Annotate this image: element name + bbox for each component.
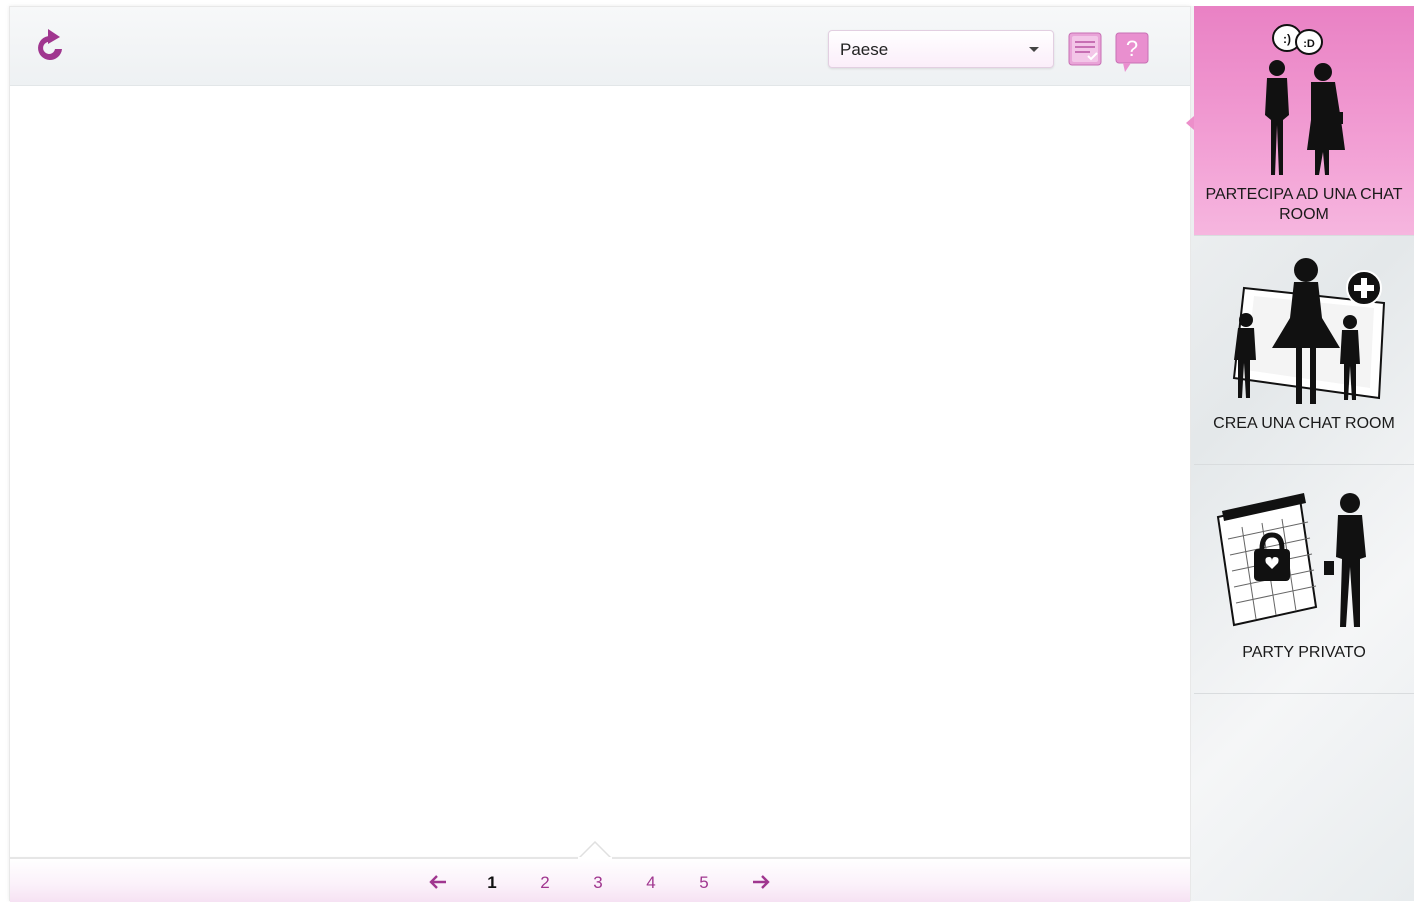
country-select-value: Paese [840,40,889,59]
sidebar-item-create-chat[interactable]: CREA UNA CHAT ROOM [1194,236,1414,465]
page-4[interactable]: 4 [641,873,661,893]
page-3[interactable]: 3 [588,873,608,893]
arrow-left-icon [429,875,446,889]
pagination: 1 2 3 4 5 [10,841,1190,902]
speech-smile: :) [1283,32,1291,46]
pager-notch [578,841,612,859]
prev-page-button[interactable] [428,874,448,890]
sidebar-item-label: PARTY PRIVATO [1242,644,1366,661]
page-2[interactable]: 2 [535,873,555,893]
sidebar-item-private-party[interactable]: PARTY PRIVATO [1194,465,1414,694]
sidebar-item-join-chat[interactable]: :) :D PARTECIPA AD UNA CHAT ROOM [1186,6,1414,236]
page-1[interactable]: 1 [482,873,502,893]
sidebar-item-label: PARTECIPA AD UNA CHAT ROOM [1205,186,1403,223]
refresh-button[interactable] [32,27,68,67]
svg-text:?: ? [1126,36,1138,61]
list-button[interactable] [1068,32,1102,66]
checklist-icon [1068,32,1102,66]
create-chat-icon [1232,258,1386,404]
main-panel: Paese ? 1 2 3 4 5 [9,6,1191,902]
help-icon: ? [1115,32,1149,72]
next-page-button[interactable] [751,874,771,890]
sidebar-item-label: CREA UNA CHAT ROOM [1213,415,1395,432]
country-select[interactable]: Paese [828,30,1054,68]
sidebar: :) :D PARTECIPA AD UNA CHAT ROOM CREA UN… [1186,6,1414,901]
join-chat-icon: :) :D [1265,24,1345,175]
active-pointer [1186,116,1194,130]
sidebar-empty-area [1194,694,1414,901]
page-5[interactable]: 5 [694,873,714,893]
speech-grin: :D [1303,38,1315,50]
chevron-down-icon [1029,47,1039,52]
private-party-icon [1216,493,1366,627]
chat-room-list [10,86,1190,856]
arrow-right-icon [753,875,770,889]
refresh-icon [38,29,62,60]
toolbar: Paese ? [10,7,1190,86]
help-button[interactable]: ? [1115,32,1149,72]
